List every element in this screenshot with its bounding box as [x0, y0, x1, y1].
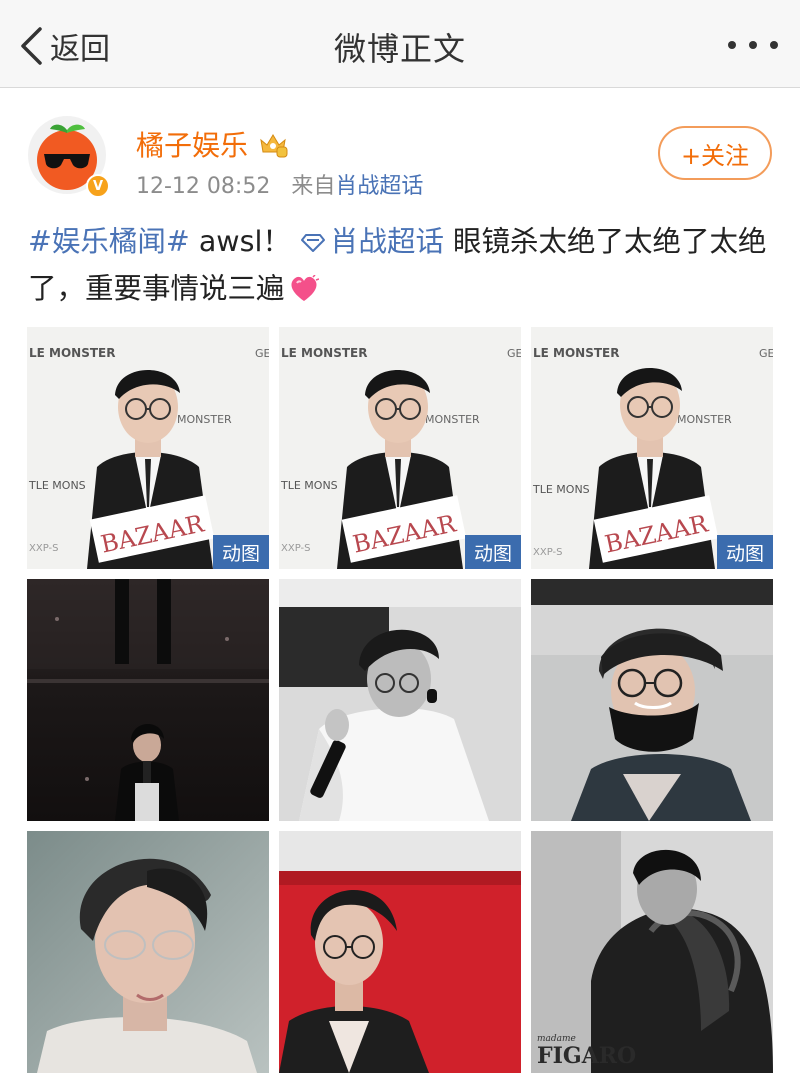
backdrop-text: GE: [507, 347, 521, 360]
source-link[interactable]: 肖战超话: [335, 174, 423, 199]
nav-bar: 返回 微博正文: [0, 0, 800, 88]
post-text-part1: awsl！: [189, 225, 300, 258]
photo-2: LE MONSTER MONSTER TLE MONS GE XXP-S BAZ…: [279, 327, 521, 569]
photo-4: [27, 579, 269, 821]
post-time: 12-12 08:52: [136, 174, 271, 199]
backdrop-text: XXP-S: [29, 543, 58, 554]
photo-1: LE MONSTER MONSTER TLE MONS GE XXP-S BAZ…: [27, 327, 269, 569]
backdrop-text: LE MONSTER: [281, 346, 367, 360]
photo-8: [279, 831, 521, 1073]
gif-badge: 动图: [213, 535, 269, 569]
super-topic-label: 肖战超话: [329, 225, 444, 258]
image-thumb-3[interactable]: LE MONSTER MONSTER TLE MONS GE XXP-S BAZ…: [531, 327, 773, 569]
backdrop-text: XXP-S: [533, 547, 562, 558]
crown-badge-icon: [260, 134, 288, 158]
image-grid: LE MONSTER MONSTER TLE MONS GE XXP-S BAZ…: [27, 327, 773, 1074]
from-prefix: 来自: [291, 174, 336, 199]
backdrop-text: LE MONSTER: [29, 346, 115, 360]
avatar[interactable]: V: [28, 116, 110, 198]
backdrop-text: LE MONSTER: [533, 346, 619, 360]
post-meta: 12-12 08:52 来自肖战超话: [136, 168, 423, 200]
photo-6: [531, 579, 773, 821]
heart-emoji-icon: [290, 275, 319, 301]
diamond-icon: [300, 234, 325, 252]
more-button[interactable]: [728, 30, 778, 60]
backdrop-text: TLE MONS: [280, 479, 338, 492]
backdrop-text: MONSTER: [177, 413, 232, 426]
verified-v-icon: V: [86, 174, 110, 198]
backdrop-text: MONSTER: [677, 413, 732, 426]
image-thumb-9[interactable]: madame FIGARO: [531, 831, 773, 1073]
super-topic-link[interactable]: 肖战超话: [300, 225, 444, 258]
image-thumb-2[interactable]: LE MONSTER MONSTER TLE MONS GE XXP-S BAZ…: [279, 327, 521, 569]
photo-7: [27, 831, 269, 1073]
backdrop-text: MONSTER: [425, 413, 480, 426]
more-dots-icon: [728, 41, 736, 49]
backdrop-text: GE: [255, 347, 269, 360]
gif-badge: 动图: [717, 535, 773, 569]
magazine-text: FIGARO: [537, 1043, 636, 1069]
photo-9: madame FIGARO: [531, 831, 773, 1073]
image-thumb-8[interactable]: [279, 831, 521, 1073]
backdrop-text: TLE MONS: [532, 483, 590, 496]
image-thumb-7[interactable]: [27, 831, 269, 1073]
backdrop-text: XXP-S: [281, 543, 310, 554]
backdrop-text: GE: [759, 347, 773, 360]
photo-5: [279, 579, 521, 821]
page-title: 微博正文: [333, 30, 466, 68]
post-text: #娱乐橘闻# awsl！ 肖战超话 眼镜杀太绝了太绝了太绝了，重要事情说三遍: [28, 218, 778, 312]
gif-badge: 动图: [465, 535, 521, 569]
backdrop-text: TLE MONS: [28, 479, 86, 492]
author-name[interactable]: 橘子娱乐: [136, 124, 248, 164]
photo-3: LE MONSTER MONSTER TLE MONS GE XXP-S BAZ…: [531, 327, 773, 569]
image-thumb-4[interactable]: [27, 579, 269, 821]
image-thumb-1[interactable]: LE MONSTER MONSTER TLE MONS GE XXP-S BAZ…: [27, 327, 269, 569]
hashtag-link[interactable]: #娱乐橘闻#: [28, 225, 190, 258]
follow-button[interactable]: +关注: [658, 126, 772, 180]
image-thumb-6[interactable]: [531, 579, 773, 821]
image-thumb-5[interactable]: [279, 579, 521, 821]
